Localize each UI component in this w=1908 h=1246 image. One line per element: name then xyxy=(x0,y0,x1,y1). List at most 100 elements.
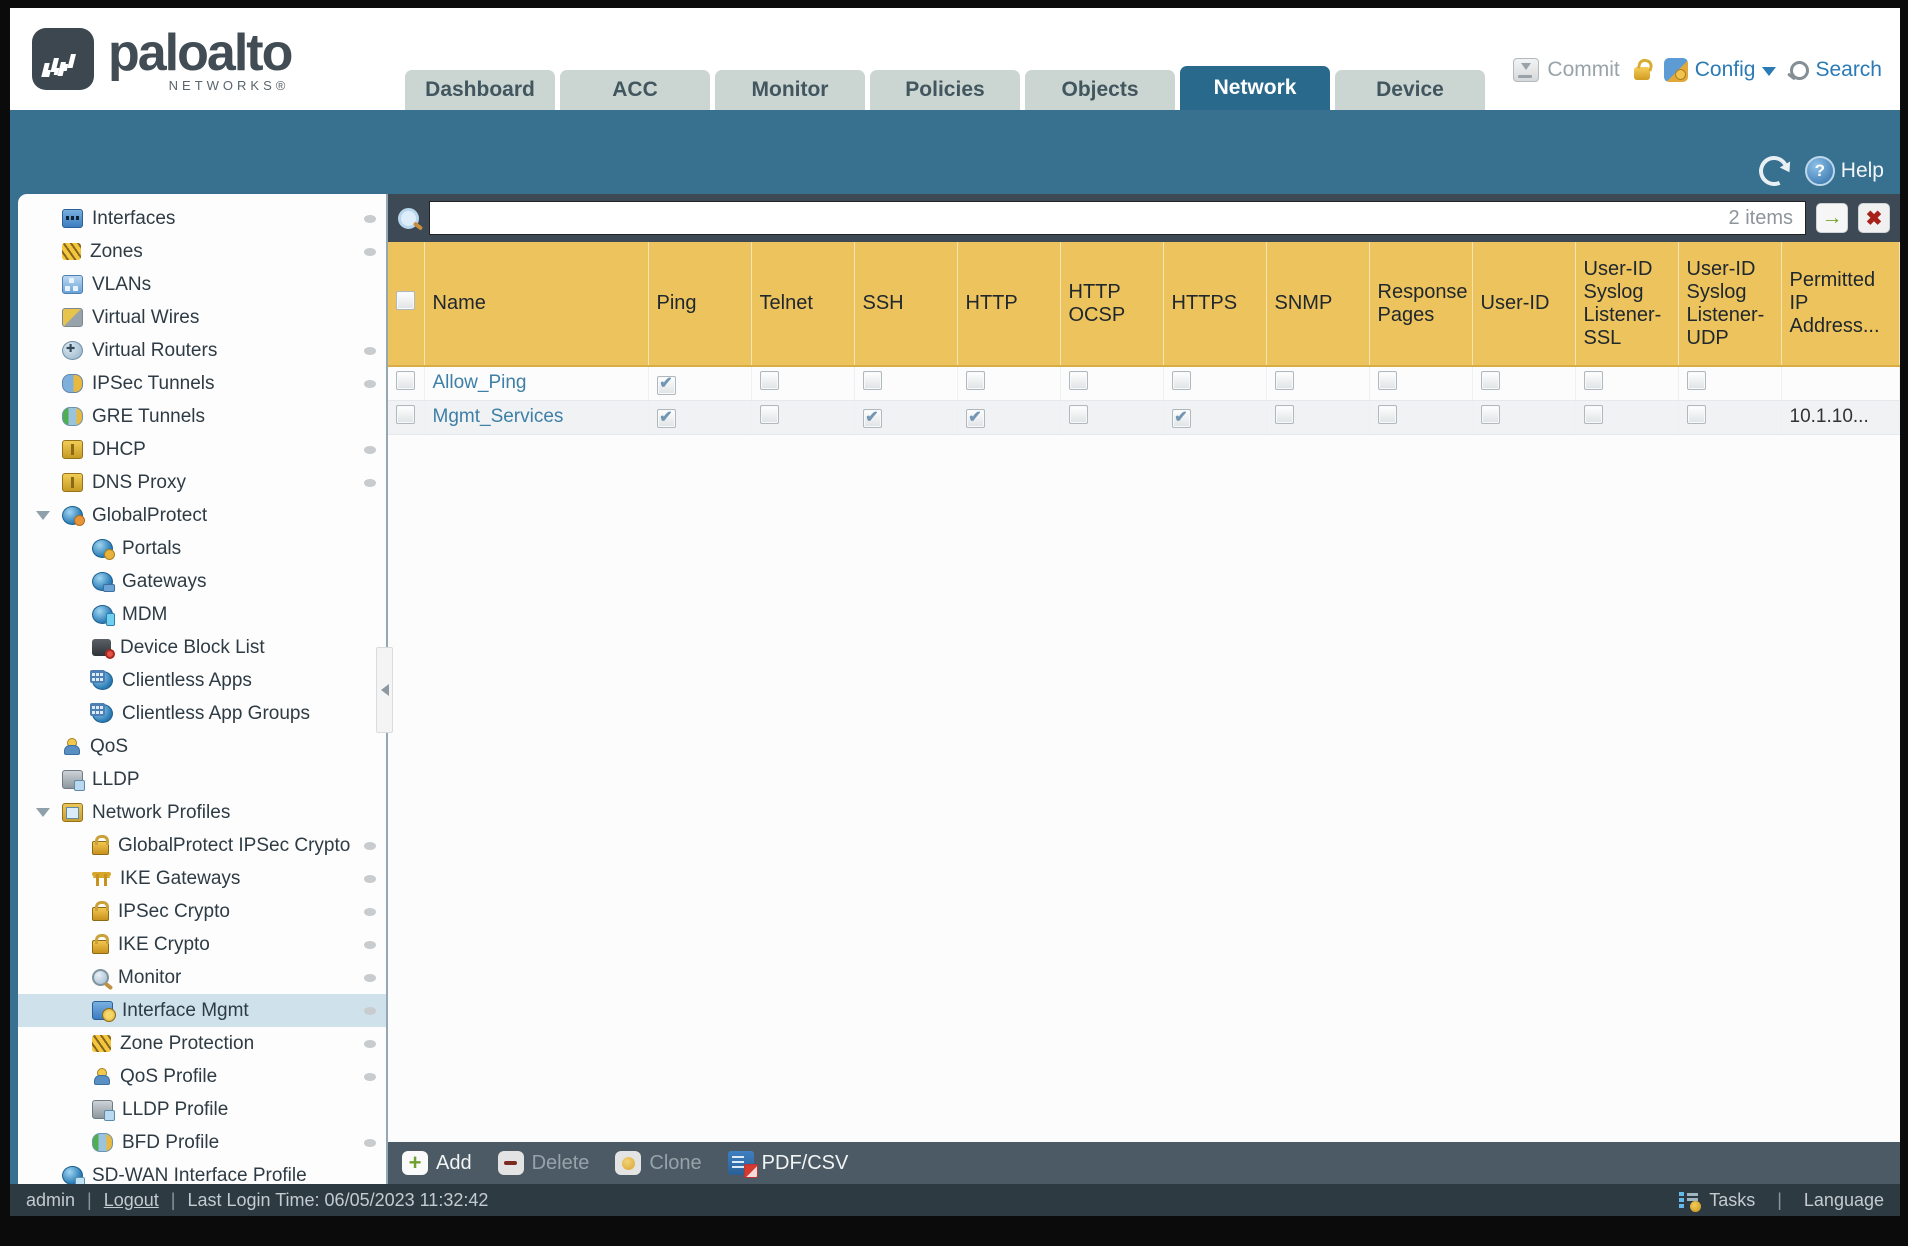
sidebar-item-vlans[interactable]: VLANs xyxy=(18,268,386,301)
user-id-syslog-listener-ssl-checkbox[interactable] xyxy=(1583,404,1603,424)
https-checkbox[interactable] xyxy=(1171,370,1191,390)
tab-network[interactable]: Network xyxy=(1180,66,1330,110)
config-menu-button[interactable]: Config xyxy=(1663,58,1777,82)
language-button[interactable]: Language xyxy=(1804,1190,1884,1211)
column-header-https[interactable]: HTTPS xyxy=(1163,242,1267,367)
sidebar-item-lldp-profile[interactable]: LLDP Profile xyxy=(18,1093,386,1126)
sidebar-item-globalprotect[interactable]: GlobalProtect xyxy=(18,499,386,532)
column-header-snmp[interactable]: SNMP xyxy=(1266,242,1370,367)
user-id-syslog-listener-udp-checkbox[interactable] xyxy=(1686,404,1706,424)
clear-filter-button[interactable]: ✖ xyxy=(1858,203,1890,233)
http-checkbox[interactable] xyxy=(965,409,985,429)
sidebar-item-virtual-routers[interactable]: Virtual Routers xyxy=(18,334,386,367)
column-header-ssh[interactable]: SSH xyxy=(854,242,958,367)
sidebar-item-ike-crypto[interactable]: IKE Crypto xyxy=(18,928,386,961)
expand-triangle-icon[interactable] xyxy=(36,511,50,520)
column-header-http-ocsp[interactable]: HTTP OCSP xyxy=(1060,242,1164,367)
help-button[interactable]: ? Help xyxy=(1804,156,1884,186)
user-id-syslog-listener-udp-checkbox[interactable] xyxy=(1686,370,1706,390)
expand-triangle-icon[interactable] xyxy=(36,808,50,817)
apply-filter-button[interactable]: → xyxy=(1816,203,1848,233)
sidebar-item-zone-protection[interactable]: Zone Protection xyxy=(18,1027,386,1060)
column-header-name[interactable]: Name xyxy=(424,242,649,367)
sidebar-item-monitor[interactable]: Monitor xyxy=(18,961,386,994)
tab-acc[interactable]: ACC xyxy=(560,70,710,110)
sidebar-item-ike-gateways[interactable]: IKE Gateways xyxy=(18,862,386,895)
sidebar-item-device-block-list[interactable]: Device Block List xyxy=(18,631,386,664)
config-dot xyxy=(364,1006,376,1015)
sidebar-item-clientless-app-groups[interactable]: Clientless App Groups xyxy=(18,697,386,730)
column-header-user-id[interactable]: User-ID xyxy=(1472,242,1576,367)
response-pages-checkbox[interactable] xyxy=(1377,370,1397,390)
ssh-checkbox[interactable] xyxy=(862,370,882,390)
https-checkbox[interactable] xyxy=(1171,409,1191,429)
row-name-link[interactable]: Allow_Ping xyxy=(433,372,527,393)
sidebar-item-mdm[interactable]: MDM xyxy=(18,598,386,631)
column-header-ping[interactable]: Ping xyxy=(648,242,752,367)
tasks-button[interactable]: Tasks xyxy=(1709,1190,1755,1211)
snmp-checkbox[interactable] xyxy=(1274,404,1294,424)
refresh-icon[interactable] xyxy=(1754,151,1794,191)
sidebar-item-lldp[interactable]: LLDP xyxy=(18,763,386,796)
sidebar-item-virtual-wires[interactable]: Virtual Wires xyxy=(18,301,386,334)
add-button[interactable]: + Add xyxy=(402,1151,472,1175)
column-header-response-pages[interactable]: Response Pages xyxy=(1369,242,1473,367)
logout-link[interactable]: Logout xyxy=(104,1190,159,1211)
column-header-user-id-syslog-listener-ssl[interactable]: User-ID Syslog Listener-SSL xyxy=(1575,242,1679,367)
sidebar-item-interface-mgmt[interactable]: Interface Mgmt xyxy=(18,994,386,1027)
tab-device[interactable]: Device xyxy=(1335,70,1485,110)
sidebar-item-zones[interactable]: Zones xyxy=(18,235,386,268)
global-search-button[interactable]: Search xyxy=(1790,58,1882,82)
sidebar-item-label: Portals xyxy=(122,537,182,559)
sidebar-item-ipsec-tunnels[interactable]: IPSec Tunnels xyxy=(18,367,386,400)
lock-icon[interactable] xyxy=(1633,67,1650,80)
ping-checkbox[interactable] xyxy=(656,409,676,429)
sidebar-item-qos-profile[interactable]: QoS Profile xyxy=(18,1060,386,1093)
sidebar-item-dhcp[interactable]: DHCP xyxy=(18,433,386,466)
column-header-telnet[interactable]: Telnet xyxy=(751,242,855,367)
column-header-http[interactable]: HTTP xyxy=(957,242,1061,367)
clone-button[interactable]: Clone xyxy=(615,1151,702,1175)
delete-button[interactable]: Delete xyxy=(497,1151,589,1175)
http-ocsp-checkbox[interactable] xyxy=(1068,370,1088,390)
sidebar-item-clientless-apps[interactable]: Clientless Apps xyxy=(18,664,386,697)
tab-monitor[interactable]: Monitor xyxy=(715,70,865,110)
tab-dashboard[interactable]: Dashboard xyxy=(405,70,555,110)
tab-policies[interactable]: Policies xyxy=(870,70,1020,110)
sidebar-item-qos[interactable]: QoS xyxy=(18,730,386,763)
pdf-csv-button[interactable]: PDF/CSV xyxy=(727,1151,848,1178)
ping-checkbox[interactable] xyxy=(656,375,676,395)
sidebar-item-bfd-profile[interactable]: BFD Profile xyxy=(18,1126,386,1159)
commit-button[interactable]: Commit xyxy=(1513,58,1620,82)
column-header-permitted-ip-address[interactable]: Permitted IP Address... xyxy=(1781,242,1900,367)
select-all-checkbox[interactable] xyxy=(396,291,415,310)
ssh-checkbox[interactable] xyxy=(862,409,882,429)
column-header-user-id-syslog-listener-udp[interactable]: User-ID Syslog Listener-UDP xyxy=(1678,242,1782,367)
user-id-syslog-listener-ssl-checkbox[interactable] xyxy=(1583,370,1603,390)
telnet-checkbox[interactable] xyxy=(759,404,779,424)
config-label: Config xyxy=(1694,58,1756,81)
sidebar-item-portals[interactable]: Portals xyxy=(18,532,386,565)
http-ocsp-checkbox[interactable] xyxy=(1068,404,1088,424)
row-checkbox[interactable] xyxy=(396,404,415,424)
sidebar-item-dns-proxy[interactable]: DNS Proxy xyxy=(18,466,386,499)
http-checkbox[interactable] xyxy=(965,370,985,390)
sidebar-item-globalprotect-ipsec-crypto[interactable]: GlobalProtect IPSec Crypto xyxy=(18,829,386,862)
user-id-checkbox[interactable] xyxy=(1480,370,1500,390)
sidebar-item-ipsec-crypto[interactable]: IPSec Crypto xyxy=(18,895,386,928)
snmp-checkbox[interactable] xyxy=(1274,370,1294,390)
filter-input[interactable] xyxy=(430,202,1729,234)
sidebar-collapse-handle[interactable] xyxy=(376,647,393,733)
row-name-link[interactable]: Mgmt_Services xyxy=(433,406,564,427)
response-pages-checkbox[interactable] xyxy=(1377,404,1397,424)
row-checkbox[interactable] xyxy=(396,370,415,390)
sidebar-item-network-profiles[interactable]: Network Profiles xyxy=(18,796,386,829)
sidebar-item-gateways[interactable]: Gateways xyxy=(18,565,386,598)
sidebar-item-interfaces[interactable]: Interfaces xyxy=(18,202,386,235)
user-id-checkbox[interactable] xyxy=(1480,404,1500,424)
sidebar-item-label: Interfaces xyxy=(92,207,176,229)
sidebar-item-gre-tunnels[interactable]: GRE Tunnels xyxy=(18,400,386,433)
tab-objects[interactable]: Objects xyxy=(1025,70,1175,110)
telnet-checkbox[interactable] xyxy=(759,370,779,390)
sidebar-item-sd-wan-interface-profile[interactable]: SD-WAN Interface Profile xyxy=(18,1159,386,1184)
